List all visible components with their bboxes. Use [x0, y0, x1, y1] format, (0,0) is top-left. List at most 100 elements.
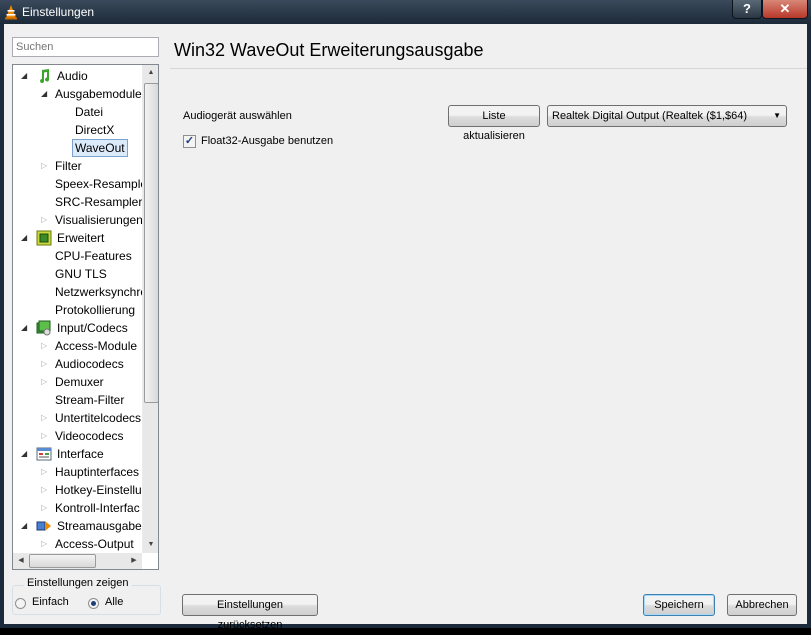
tree-item[interactable]: ▷ Demuxer: [13, 373, 141, 391]
tree-item[interactable]: Protokollierung: [13, 301, 141, 319]
search-input[interactable]: [12, 37, 159, 57]
chip-icon: [36, 230, 52, 246]
scroll-down-icon[interactable]: ▼: [143, 537, 158, 553]
audio-device-label: Audiogerät auswählen: [183, 110, 292, 122]
vlc-cone-icon: [5, 5, 17, 20]
settings-tree[interactable]: ◢ Audio ◢ Ausgabemodule Datei DirectX WaveOut ▷…: [12, 64, 159, 570]
expand-closed-icon[interactable]: ▷: [41, 427, 47, 445]
expand-closed-icon[interactable]: ▷: [41, 463, 47, 481]
save-button[interactable]: Speichern: [643, 594, 715, 616]
tree-item[interactable]: Stream-Filter: [13, 391, 141, 409]
tree-item-label: Streamausgabe: [57, 519, 142, 533]
tree-item-label: Audiocodecs: [55, 357, 124, 371]
codec-icon: [36, 320, 52, 336]
expand-closed-icon[interactable]: ▷: [41, 409, 47, 427]
tree-item[interactable]: Netzwerksynchro: [13, 283, 147, 301]
tree-item-label: Demuxer: [55, 375, 104, 389]
chevron-down-icon: ▼: [773, 111, 781, 120]
expand-closed-icon[interactable]: ▷: [41, 355, 47, 373]
tree-item[interactable]: ▷ Access-Output: [13, 535, 141, 553]
window-title: Einstellungen: [22, 5, 95, 19]
refresh-list-button[interactable]: Liste aktualisieren: [448, 105, 540, 142]
expand-open-icon[interactable]: ◢: [21, 517, 27, 535]
all-radio[interactable]: [88, 598, 99, 609]
expand-closed-icon[interactable]: ▷: [41, 211, 47, 229]
tree-item-label: Netzwerksynchro: [55, 285, 148, 299]
tree-item[interactable]: ▷ Hotkey-Einstellu: [13, 481, 142, 499]
all-radio-label[interactable]: Alle: [105, 596, 123, 608]
help-button[interactable]: ?: [732, 0, 762, 19]
tree-item[interactable]: ◢ Input/Codecs: [13, 319, 141, 337]
tree-item-label: Audio: [57, 69, 88, 83]
tree-item-label: Hauptinterfaces: [55, 465, 140, 479]
tree-item[interactable]: Speex-Resampler: [13, 175, 151, 193]
tree-item-label: DirectX: [75, 123, 115, 137]
tree-item[interactable]: DirectX: [13, 121, 141, 139]
expand-closed-icon[interactable]: ▷: [41, 499, 47, 517]
expand-open-icon[interactable]: ◢: [21, 445, 27, 463]
tree-item[interactable]: ◢ Audio: [13, 67, 141, 85]
tree-item[interactable]: ▷ Visualisierungen: [13, 211, 143, 229]
reset-settings-button[interactable]: Einstellungen zurücksetzen: [182, 594, 318, 631]
tree-item[interactable]: SRC-Resampler: [13, 193, 142, 211]
tree-item[interactable]: ▷ Filter: [13, 157, 141, 175]
tree-item[interactable]: CPU-Features: [13, 247, 141, 265]
cancel-button[interactable]: Abbrechen: [727, 594, 797, 616]
tree-item[interactable]: ▷ Kontroll-Interfac: [13, 499, 141, 517]
audio-device-select[interactable]: Realtek Digital Output (Realtek ($1,$64)…: [547, 105, 787, 127]
expand-closed-icon[interactable]: ▷: [41, 337, 47, 355]
scroll-left-icon[interactable]: ◀: [13, 553, 29, 569]
tree-item-label: WaveOut: [72, 139, 128, 157]
tree-item-label: Hotkey-Einstellu: [55, 483, 142, 497]
title-bar: Einstellungen ? ✕: [0, 0, 811, 24]
dialog-body: ◢Audio◢AusgabemoduleDateiDirectXWaveOut▷…: [4, 24, 807, 631]
tree-item-label: Input/Codecs: [57, 321, 128, 335]
page-title: Win32 WaveOut Erweiterungsausgabe: [174, 40, 484, 60]
expand-closed-icon[interactable]: ▷: [41, 373, 47, 391]
tree-item[interactable]: ▷ Videocodecs: [13, 427, 141, 445]
float32-checkbox[interactable]: ✓: [183, 135, 196, 148]
tree-item[interactable]: ▷ Access-Module: [13, 337, 141, 355]
tree-item[interactable]: ▷ Hauptinterfaces: [13, 463, 141, 481]
tree-item[interactable]: Datei: [13, 103, 141, 121]
expand-open-icon[interactable]: ◢: [21, 319, 27, 337]
tree-item[interactable]: ◢ Interface: [13, 445, 141, 463]
tree-item-label: Ausgabemodule: [55, 87, 142, 101]
tree-item-label: Erweitert: [57, 231, 105, 245]
music-note-icon: [36, 68, 52, 84]
expand-closed-icon[interactable]: ▷: [41, 157, 47, 175]
vertical-scroll-thumb[interactable]: [144, 83, 158, 403]
expand-open-icon[interactable]: ◢: [21, 67, 27, 85]
tree-item-label: Filter: [55, 159, 82, 173]
tree-vertical-scrollbar[interactable]: ▲ ▼: [142, 65, 158, 553]
tree-item[interactable]: ◢ Streamausgabe: [13, 517, 142, 535]
tree-item[interactable]: ▷ Untertitelcodecs: [13, 409, 141, 427]
tree-item-label: Interface: [57, 447, 104, 461]
settings-window: Einstellungen ? ✕ ◢ Audio ◢ Ausgabemodule Da…: [0, 0, 811, 631]
simple-radio-label[interactable]: Einfach: [32, 596, 69, 608]
tree-item-label: Datei: [75, 105, 104, 119]
float32-label[interactable]: Float32-Ausgabe benutzen: [201, 135, 333, 147]
expand-open-icon[interactable]: ◢: [41, 85, 47, 103]
tree-horizontal-scrollbar[interactable]: ◀ ▶: [13, 553, 142, 569]
tree-item-label: Kontroll-Interfac: [55, 501, 140, 515]
tree-item[interactable]: ◢ Erweitert: [13, 229, 141, 247]
tree-item-label: Visualisierungen: [55, 213, 143, 227]
title-divider: [170, 68, 807, 69]
tree-item-label: CPU-Features: [55, 249, 132, 263]
horizontal-scroll-thumb[interactable]: [29, 554, 96, 568]
simple-radio[interactable]: [15, 598, 26, 609]
tree-item[interactable]: WaveOut: [13, 139, 141, 157]
tree-item[interactable]: GNU TLS: [13, 265, 141, 283]
scroll-right-icon[interactable]: ▶: [126, 553, 142, 569]
tree-item[interactable]: ◢ Ausgabemodule: [13, 85, 142, 103]
expand-closed-icon[interactable]: ▷: [41, 481, 47, 499]
tree-item-label: GNU TLS: [55, 267, 107, 281]
expand-open-icon[interactable]: ◢: [21, 229, 27, 247]
scroll-up-icon[interactable]: ▲: [143, 65, 158, 81]
tree-item-label: Access-Module: [55, 339, 138, 353]
close-button[interactable]: ✕: [762, 0, 808, 19]
expand-closed-icon[interactable]: ▷: [41, 535, 47, 553]
show-settings-title: Einstellungen zeigen: [24, 577, 132, 589]
tree-item[interactable]: ▷ Audiocodecs: [13, 355, 141, 373]
